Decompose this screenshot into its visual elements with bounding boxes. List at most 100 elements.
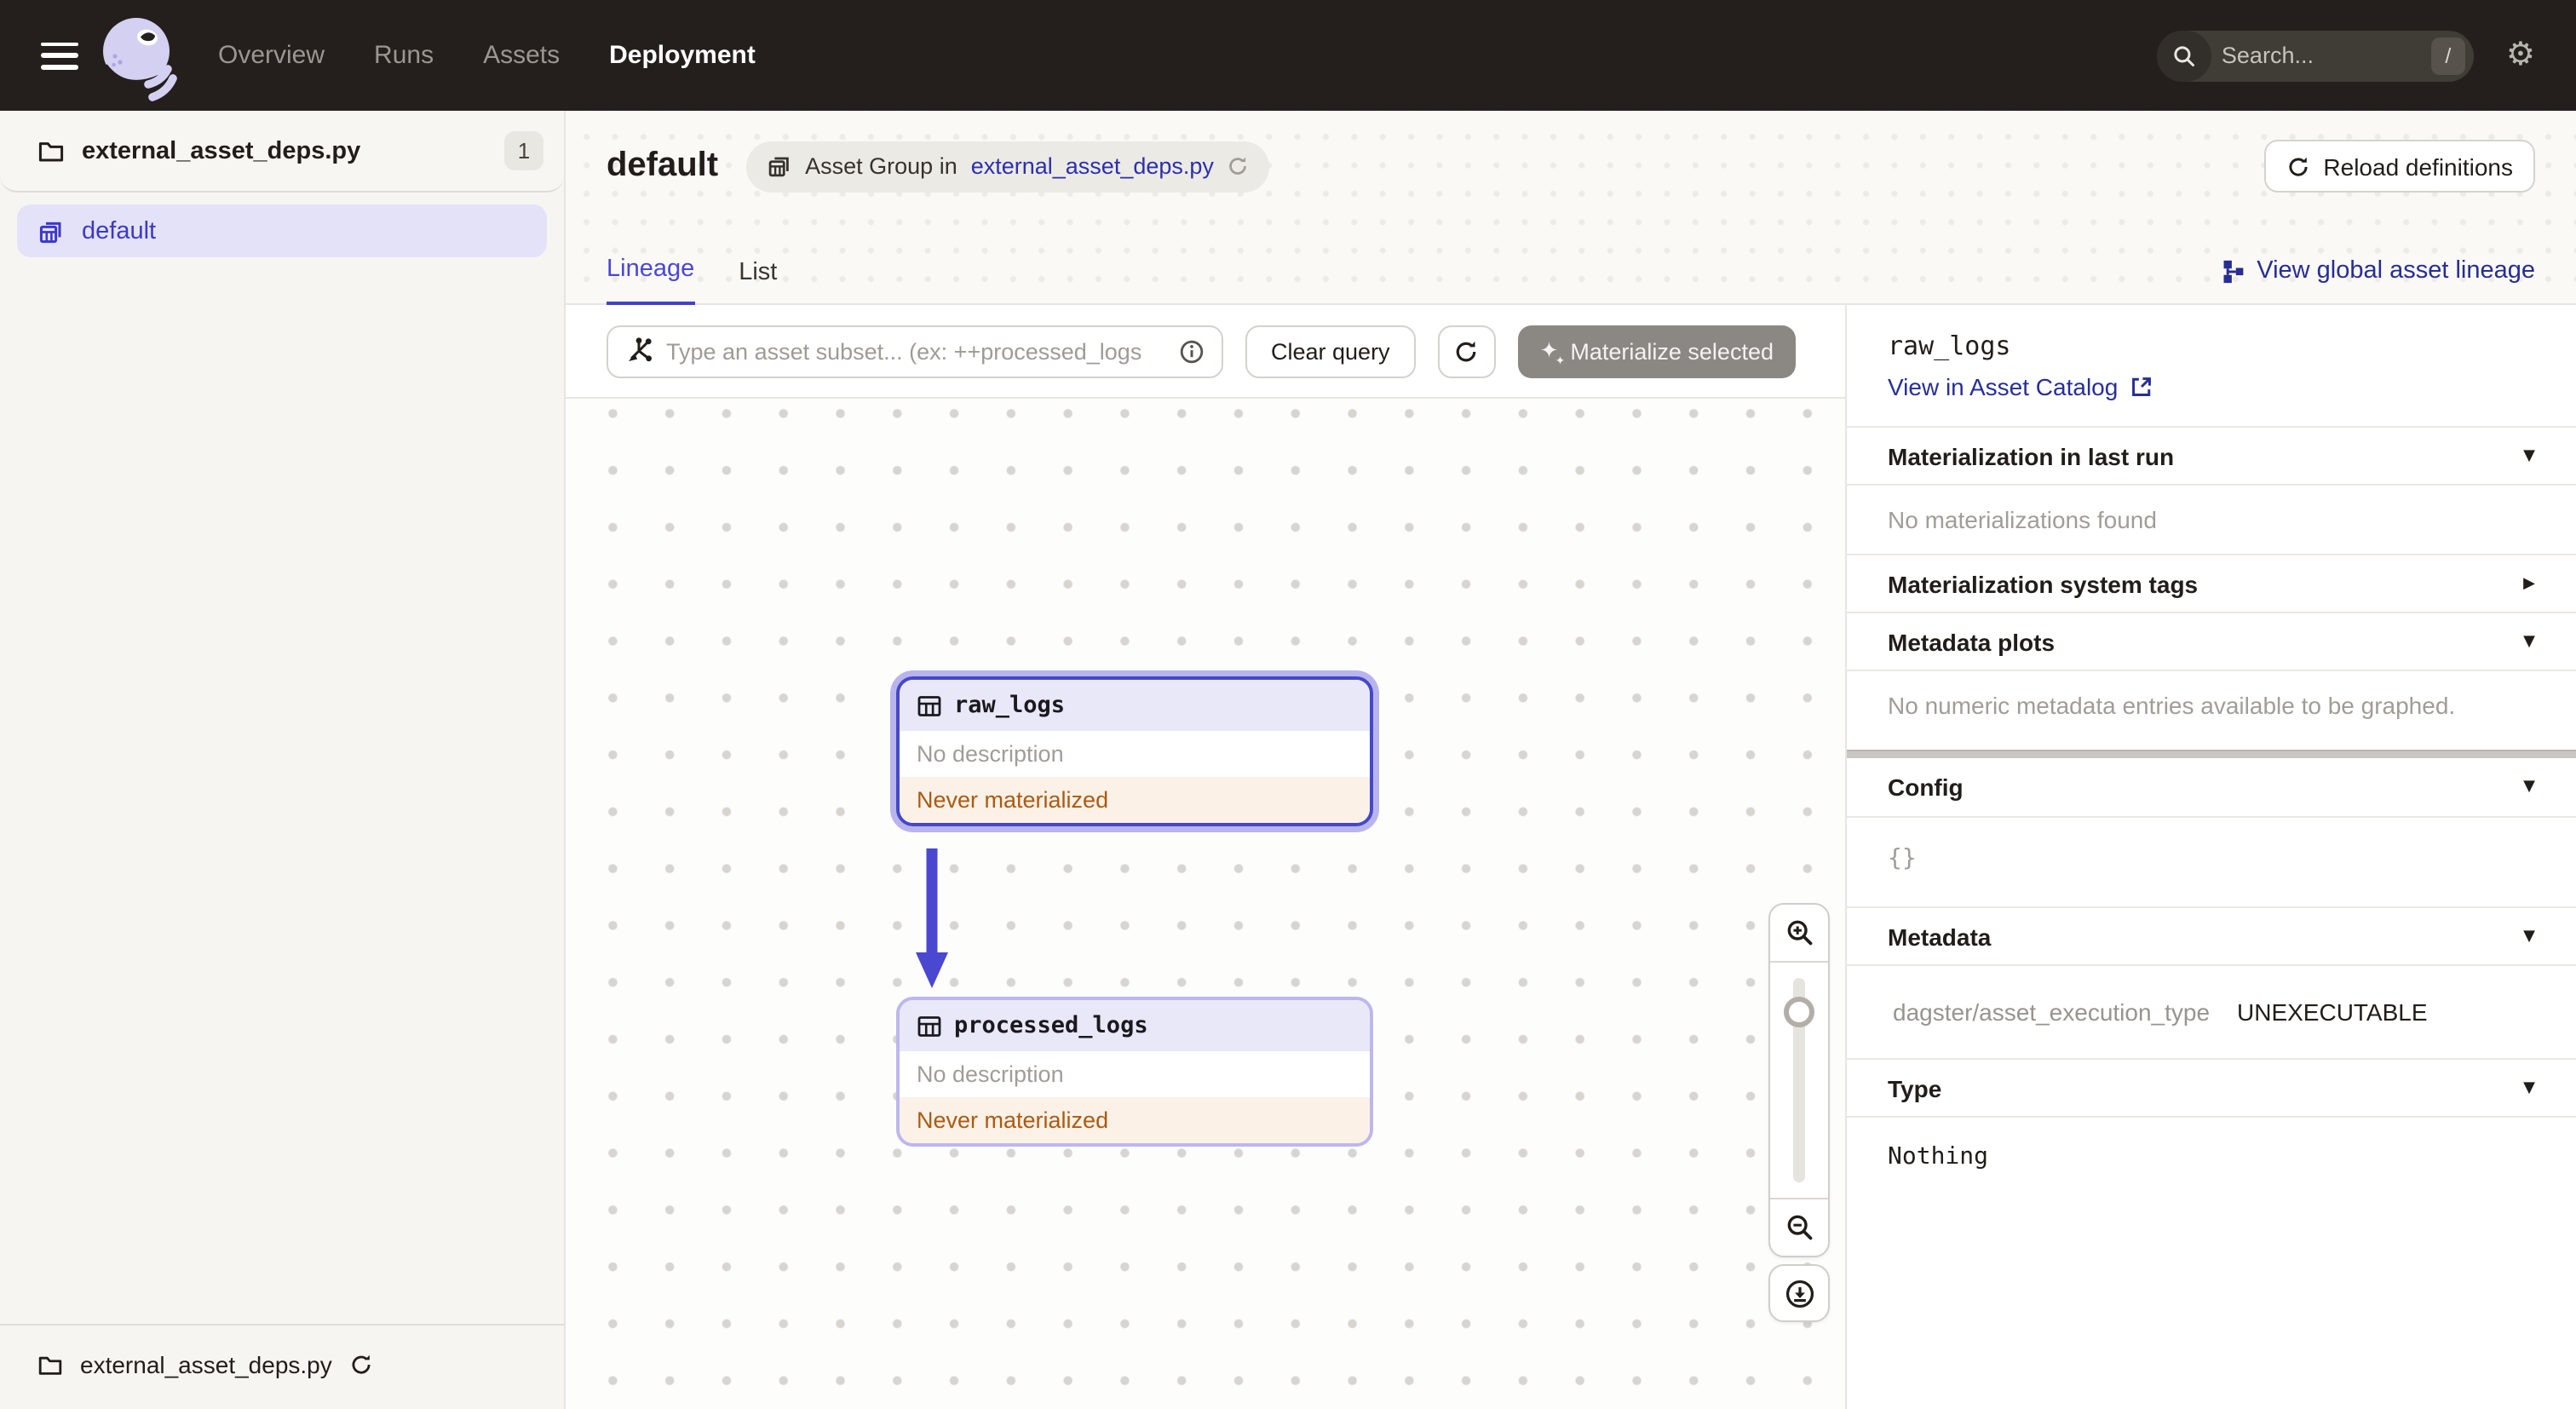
chevron-down-icon: ▼ [2523,779,2535,796]
section-metadata-plots[interactable]: Metadata plots ▼ [1847,612,2576,670]
nav-item-overview[interactable]: Overview [218,41,325,70]
sidebar-item-default-group[interactable]: default [17,204,547,257]
view-in-asset-catalog-link[interactable]: View in Asset Catalog [1888,373,2535,400]
chevron-right-icon: ▶ [2523,575,2535,592]
search-icon [2156,30,2211,81]
search-input[interactable] [2211,43,2431,68]
clear-query-button[interactable]: Clear query [1245,325,1416,377]
panel-resize-divider[interactable] [1847,750,2576,758]
asset-detail-panel: raw_logs View in Asset Catalog Materiali… [1845,305,2576,1409]
dagster-logo-icon[interactable] [99,13,177,105]
folder-icon [37,137,65,164]
code-location-name: external_asset_deps.py [82,137,361,164]
asset-group-chip: Asset Group in external_asset_deps.py [745,141,1270,192]
section-label: Metadata [1888,923,1992,950]
reload-icon [2286,154,2309,178]
section-materialization-last-run[interactable]: Materialization in last run ▼ [1847,426,2576,484]
nav-item-assets[interactable]: Assets [483,41,560,70]
section-config[interactable]: Config ▼ [1847,758,2576,816]
asset-name: raw_logs [954,692,1066,719]
view-global-asset-lineage-link[interactable]: View global asset lineage [2219,257,2535,305]
lineage-canvas[interactable]: raw_logs No description Never materializ… [566,399,1845,1409]
search-shortcut-badge: / [2430,37,2465,74]
panel-asset-title: raw_logs [1888,331,2011,361]
lineage-graph-icon [2219,258,2245,284]
config-value: {} [1847,816,2576,906]
global-lineage-label: View global asset lineage [2257,257,2535,285]
main-nav: Overview Runs Assets Deployment [218,41,756,70]
sparkle-icon: ✦ [1540,338,1566,367]
chip-prefix: Asset Group in [805,153,957,179]
zoom-out-button[interactable] [1770,1198,1828,1256]
asset-description: No description [900,1051,1370,1097]
asset-query-box[interactable] [607,325,1223,377]
tab-list[interactable]: List [739,259,777,305]
zoom-slider-thumb[interactable] [1784,997,1814,1027]
materialization-empty-text: No materializations found [1847,484,2576,554]
page-title: default [607,147,719,184]
asset-description: No description [900,731,1370,777]
footer-code-location-name: external_asset_deps.py [80,1351,332,1378]
asset-count-badge: 1 [504,131,543,170]
asset-node-processed-logs[interactable]: processed_logs No description Never mate… [896,997,1373,1147]
asset-query-input[interactable] [666,338,1165,364]
type-value: Nothing [1847,1116,2576,1196]
top-navbar: Overview Runs Assets Deployment / ⚙ [0,0,2576,111]
asset-group-icon [766,153,791,179]
table-icon [917,693,942,718]
group-label: default [82,217,157,244]
section-label: Metadata plots [1888,628,2056,655]
asset-status: Never materialized [900,1097,1370,1143]
asset-node-raw-logs[interactable]: raw_logs No description Never materializ… [896,676,1373,826]
op-selector-icon [625,337,653,365]
section-label: Materialization system tags [1888,570,2199,597]
section-label: Config [1888,774,1964,801]
chevron-down-icon: ▼ [2523,1079,2535,1096]
download-graph-button[interactable] [1768,1264,1830,1322]
section-metadata[interactable]: Metadata ▼ [1847,906,2576,964]
materialize-selected-button[interactable]: ✦ Materialize selected [1517,325,1796,377]
metadata-value: UNEXECUTABLE [2237,998,2428,1026]
app-window: Overview Runs Assets Deployment / ⚙ [0,0,2576,1409]
metadata-plots-empty-text: No numeric metadata entries available to… [1847,670,2576,750]
table-icon [917,1013,942,1038]
zoom-in-button[interactable] [1770,905,1828,963]
nav-item-deployment[interactable]: Deployment [609,41,756,70]
nav-item-runs[interactable]: Runs [374,41,434,70]
zoom-control [1768,903,1830,1257]
section-label: Materialization in last run [1888,442,2175,469]
tab-lineage[interactable]: Lineage [607,256,695,305]
lineage-edge-arrow [916,848,948,988]
asset-name: processed_logs [954,1012,1148,1039]
refresh-graph-button[interactable] [1437,325,1496,377]
section-materialization-system-tags[interactable]: Materialization system tags ▶ [1847,554,2576,612]
metadata-key: dagster/asset_execution_type [1893,998,2211,1026]
zoom-slider[interactable] [1770,963,1828,1198]
chevron-down-icon: ▼ [2523,928,2535,945]
lineage-toolbar: Clear query ✦ Materialize selected [566,305,1845,399]
hamburger-menu-icon[interactable] [41,42,78,69]
sidebar-footer: external_asset_deps.py [0,1324,564,1409]
reload-location-icon[interactable] [349,1353,373,1377]
section-label: Type [1888,1074,1942,1101]
settings-gear-icon[interactable]: ⚙ [2506,38,2535,72]
folder-icon [37,1352,63,1377]
reload-definitions-label: Reload definitions [2323,152,2513,180]
sidebar-code-location[interactable]: external_asset_deps.py 1 [0,111,564,193]
page-header: default Asset Group in external_asset_de… [566,111,2576,305]
chevron-down-icon: ▼ [2523,633,2535,650]
asset-group-icon [37,217,65,244]
metadata-row: dagster/asset_execution_type UNEXECUTABL… [1847,964,2576,1058]
chevron-down-icon: ▼ [2523,447,2535,464]
chip-location-link[interactable]: external_asset_deps.py [971,153,1214,179]
global-search[interactable]: / [2156,30,2474,81]
info-icon[interactable] [1179,338,1205,364]
left-sidebar: external_asset_deps.py 1 default externa… [0,111,566,1409]
reload-definitions-button[interactable]: Reload definitions [2263,140,2535,193]
asset-status: Never materialized [900,777,1370,823]
catalog-link-label: View in Asset Catalog [1888,373,2119,400]
external-link-icon [2130,375,2153,399]
reload-chip-icon[interactable] [1228,155,1250,177]
section-type[interactable]: Type ▼ [1847,1058,2576,1116]
tab-bar: Lineage List View global asset lineage [566,256,2576,305]
